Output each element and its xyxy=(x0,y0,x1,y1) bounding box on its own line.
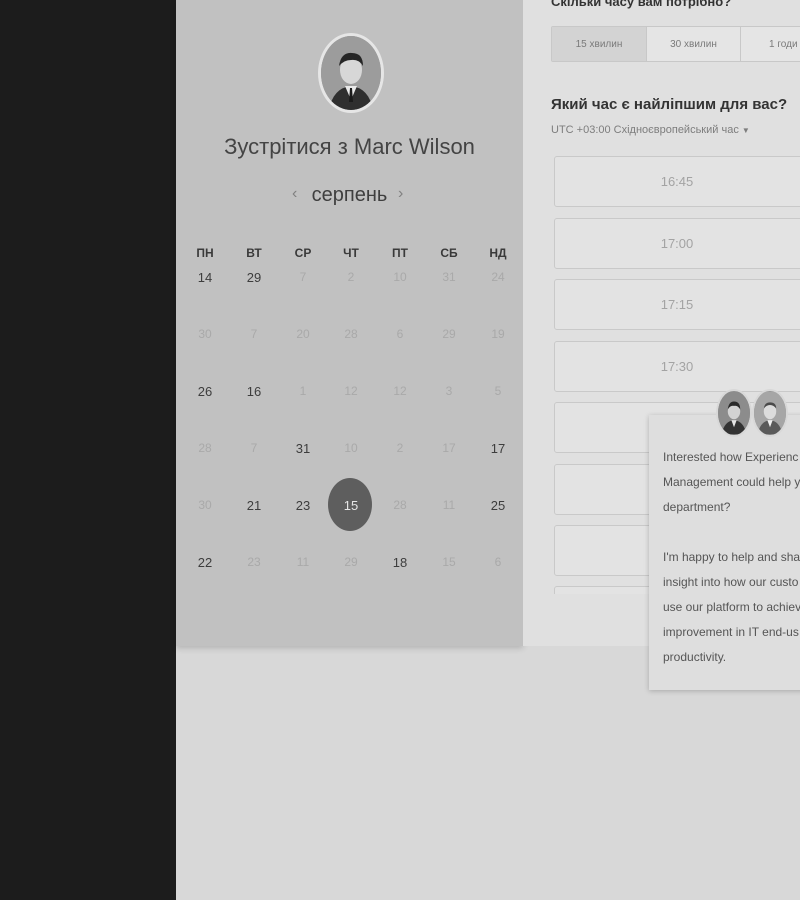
calendar-day: 12 xyxy=(344,384,358,398)
time-slot[interactable]: 16:45 xyxy=(554,156,800,207)
time-question: Який час є найліпшим для вас? xyxy=(551,96,788,113)
calendar-day: 30 xyxy=(198,327,212,341)
calendar-day: 28 xyxy=(198,441,212,455)
calendar-day: 29 xyxy=(344,555,358,569)
meeting-title: Зустрітися з Marc Wilson xyxy=(224,134,475,159)
calendar-day: 7 xyxy=(250,441,258,455)
timezone-select[interactable]: UTC +03:00 Східноєвропейський час ▼ xyxy=(551,124,750,136)
calendar-day: 2 xyxy=(347,270,355,284)
weekday-label: СБ xyxy=(440,246,458,260)
duration-1h-button[interactable]: 1 годи xyxy=(741,27,800,61)
weekday-label: ПТ xyxy=(392,246,408,260)
current-month: серпень xyxy=(311,184,388,206)
duration-selector: 15 хвилин 30 хвилин 1 годи xyxy=(551,26,800,62)
calendar-day: 23 xyxy=(247,555,261,569)
chat-message: Interested how Experienc Management coul… xyxy=(663,445,800,670)
calendar-day: 6 xyxy=(396,327,404,341)
calendar-day: 5 xyxy=(494,384,502,398)
left-black-area xyxy=(0,0,176,900)
calendar-day: 7 xyxy=(250,327,258,341)
calendar-day[interactable]: 14 xyxy=(185,270,225,285)
calendar-day: 12 xyxy=(393,384,407,398)
weekday-label: ВТ xyxy=(246,246,262,260)
month-navigation: ‹ серпень › xyxy=(176,182,523,210)
calendar-day: 3 xyxy=(445,384,453,398)
selected-day[interactable]: 15 xyxy=(331,498,371,513)
calendar-day: 6 xyxy=(494,555,502,569)
duration-30-button[interactable]: 30 хвилин xyxy=(647,27,741,61)
calendar-day[interactable]: 17 xyxy=(478,441,518,456)
calendar-day[interactable]: 21 xyxy=(234,498,274,513)
calendar-day: 10 xyxy=(344,441,358,455)
chat-paragraph: I'm happy to help and sha insight into h… xyxy=(663,550,800,664)
duration-question: Скільки часу вам потрібно? xyxy=(551,0,732,9)
calendar-day[interactable]: 16 xyxy=(234,384,274,399)
chat-agent-avatar xyxy=(716,389,752,437)
calendar-day: 11 xyxy=(296,555,310,569)
calendar-day: 11 xyxy=(442,498,456,512)
caret-down-icon: ▼ xyxy=(741,126,750,135)
calendar-day: 17 xyxy=(442,441,456,455)
calendar-day[interactable]: 25 xyxy=(478,498,518,513)
calendar-day: 7 xyxy=(299,270,307,284)
calendar-day: 19 xyxy=(491,327,505,341)
time-slot[interactable]: 17:00 xyxy=(554,218,800,269)
calendar-day: 10 xyxy=(393,270,407,284)
chat-popup[interactable]: Interested how Experienc Management coul… xyxy=(649,415,800,690)
calendar-day: 24 xyxy=(491,270,505,284)
calendar-day[interactable]: 26 xyxy=(185,384,225,399)
calendar-day[interactable]: 23 xyxy=(283,498,323,513)
timezone-label: UTC +03:00 Східноєвропейський час xyxy=(551,124,739,136)
calendar-day: 29 xyxy=(442,327,456,341)
calendar-day[interactable]: 31 xyxy=(283,441,323,456)
calendar-day: 31 xyxy=(442,270,456,284)
chat-paragraph: Interested how Experienc Management coul… xyxy=(663,450,800,514)
calendar-day: 28 xyxy=(393,498,407,512)
calendar-day[interactable]: 18 xyxy=(380,555,420,570)
weekday-label: НД xyxy=(489,246,507,260)
calendar-day: 20 xyxy=(296,327,310,341)
calendar-day[interactable]: 29 xyxy=(234,270,274,285)
host-avatar xyxy=(318,33,384,113)
calendar-day: 30 xyxy=(198,498,212,512)
weekday-label: СР xyxy=(294,246,312,260)
calendar-day: 2 xyxy=(396,441,404,455)
calendar-day: 1 xyxy=(299,384,307,398)
calendar-day[interactable]: 22 xyxy=(185,555,225,570)
time-slot[interactable]: 17:15 xyxy=(554,279,800,330)
time-slot[interactable]: 17:30 xyxy=(554,341,800,392)
weekday-label: ПН xyxy=(196,246,214,260)
chat-agent-avatar xyxy=(752,389,788,437)
duration-15-button[interactable]: 15 хвилин xyxy=(552,27,647,61)
weekday-label: ЧТ xyxy=(343,246,359,260)
calendar-day: 15 xyxy=(442,555,456,569)
calendar-day: 28 xyxy=(344,327,358,341)
next-month-icon[interactable]: › xyxy=(398,185,403,203)
